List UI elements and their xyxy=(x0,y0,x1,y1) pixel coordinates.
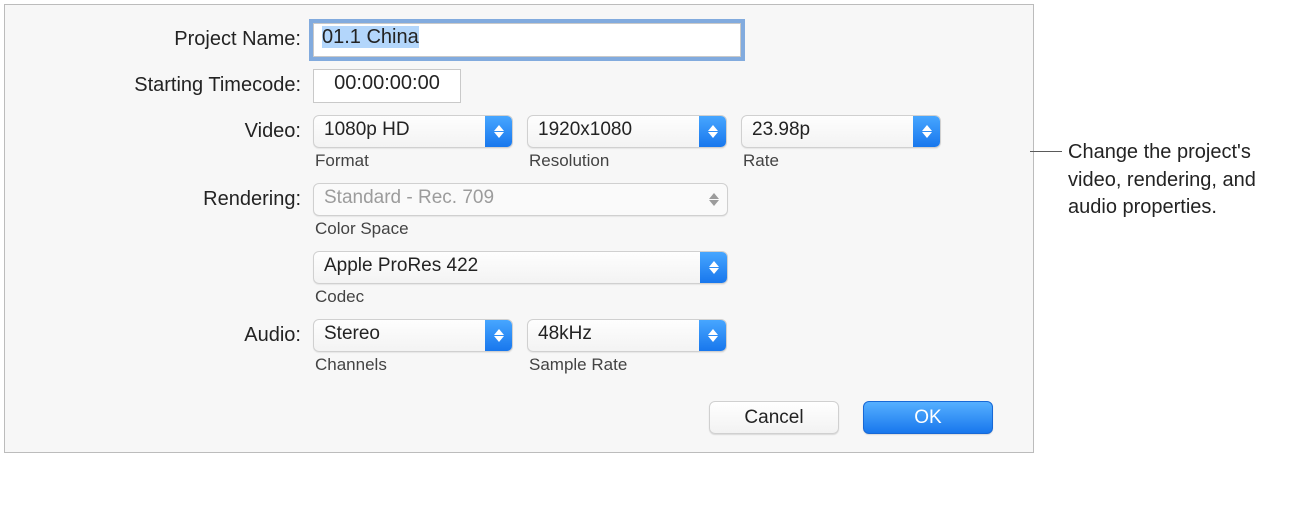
color-space-value: Standard - Rec. 709 xyxy=(314,184,700,215)
starting-timecode-input[interactable]: 00:00:00:00 xyxy=(313,69,461,103)
video-label: Video: xyxy=(23,115,313,143)
audio-sample-rate-popup[interactable]: 48kHz xyxy=(527,319,727,352)
color-space-popup: Standard - Rec. 709 xyxy=(313,183,728,216)
rendering-label: Rendering: xyxy=(23,183,313,211)
starting-timecode-label: Starting Timecode: xyxy=(23,69,313,97)
updown-arrows-icon xyxy=(700,184,727,215)
callout: Change the project's video, rendering, a… xyxy=(1030,139,1282,222)
audio-channels-value: Stereo xyxy=(314,320,485,351)
blank-label xyxy=(23,251,313,256)
video-format-value: 1080p HD xyxy=(314,116,485,147)
updown-arrows-icon xyxy=(700,252,727,283)
resolution-sublabel: Resolution xyxy=(527,151,727,171)
updown-arrows-icon xyxy=(913,116,940,147)
audio-sample-rate-value: 48kHz xyxy=(528,320,699,351)
video-format-popup[interactable]: 1080p HD xyxy=(313,115,513,148)
cancel-button[interactable]: Cancel xyxy=(709,401,839,434)
codec-sublabel: Codec xyxy=(313,287,728,307)
callout-text: Change the project's video, rendering, a… xyxy=(1062,139,1282,222)
video-resolution-value: 1920x1080 xyxy=(528,116,699,147)
channels-sublabel: Channels xyxy=(313,355,513,375)
project-settings-dialog: Project Name: 01.1 China Starting Timeco… xyxy=(4,4,1034,453)
updown-arrows-icon xyxy=(485,320,512,351)
project-name-value: 01.1 China xyxy=(322,26,419,48)
rate-sublabel: Rate xyxy=(741,151,941,171)
updown-arrows-icon xyxy=(699,320,726,351)
video-rate-popup[interactable]: 23.98p xyxy=(741,115,941,148)
project-name-label: Project Name: xyxy=(23,23,313,51)
audio-label: Audio: xyxy=(23,319,313,347)
sample-rate-sublabel: Sample Rate xyxy=(527,355,727,375)
codec-popup[interactable]: Apple ProRes 422 xyxy=(313,251,728,284)
color-space-sublabel: Color Space xyxy=(313,219,728,239)
format-sublabel: Format xyxy=(313,151,513,171)
updown-arrows-icon xyxy=(699,116,726,147)
updown-arrows-icon xyxy=(485,116,512,147)
audio-channels-popup[interactable]: Stereo xyxy=(313,319,513,352)
project-name-input[interactable]: 01.1 China xyxy=(313,23,741,57)
codec-value: Apple ProRes 422 xyxy=(314,252,700,283)
callout-line xyxy=(1030,151,1062,152)
video-resolution-popup[interactable]: 1920x1080 xyxy=(527,115,727,148)
video-rate-value: 23.98p xyxy=(742,116,913,147)
ok-button[interactable]: OK xyxy=(863,401,993,434)
